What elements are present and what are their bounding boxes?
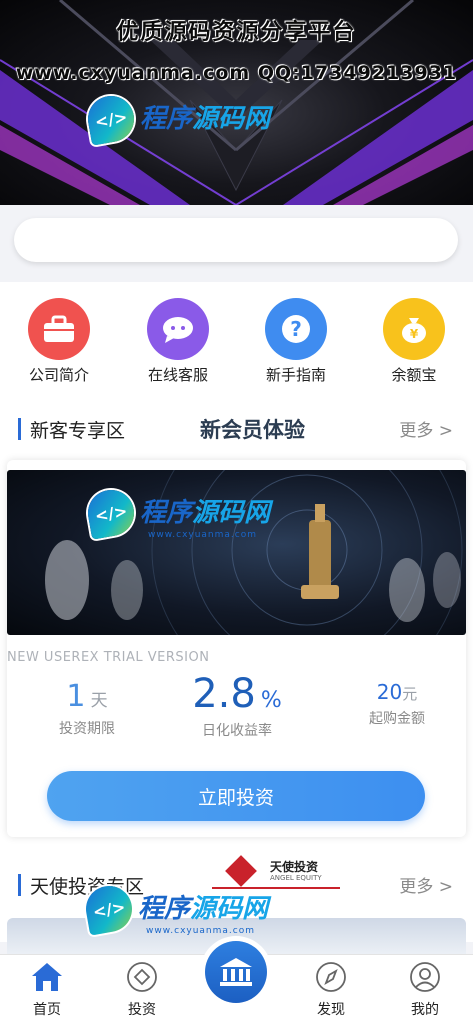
rate-value: 2.8 — [192, 671, 256, 717]
new-member-logo-text: 新会员体验 — [200, 418, 305, 442]
diamond-icon — [127, 962, 157, 992]
quick-link-label: 在线客服 — [147, 366, 208, 384]
quick-link-guide[interactable]: ? 新手指南 — [246, 298, 346, 385]
invest-now-button[interactable]: 立即投资 — [47, 771, 425, 821]
section-title: 天使投资专区 — [30, 876, 145, 898]
nav-home[interactable]: 首页 — [12, 961, 82, 1019]
nav-label: 首页 — [33, 1002, 61, 1018]
min-value: 20 — [376, 680, 403, 704]
product-card[interactable]: NEW USEREX TRIAL VERSION 1 天 投资期限 2.8 % … — [7, 460, 466, 837]
stat-minimum: 20元 起购金额 — [357, 682, 437, 728]
money-bag-icon: ¥ — [383, 298, 445, 360]
chat-icon — [147, 298, 209, 360]
bank-icon — [220, 958, 252, 986]
product-image — [7, 470, 466, 635]
term-label: 投资期限 — [59, 721, 115, 737]
more-link[interactable]: 更多 > — [399, 416, 453, 441]
angel-logo-en: ANGEL EQUITY — [270, 874, 322, 882]
min-unit: 元 — [402, 685, 418, 703]
quick-links: 公司简介 在线客服 ? 新手指南 ¥ 余额宝 — [0, 298, 473, 388]
quick-link-label: 公司简介 — [28, 366, 89, 384]
section-marker — [18, 874, 21, 896]
rate-label: 日化收益率 — [202, 723, 272, 739]
angel-logo-cn: 天使投资 — [270, 860, 319, 874]
section-header-new: 新客专享区 新会员体验 更多 > — [0, 410, 473, 450]
nav-invest[interactable]: 投资 — [107, 961, 177, 1019]
quick-link-balance[interactable]: ¥ 余额宝 — [364, 298, 464, 385]
quick-link-support[interactable]: 在线客服 — [128, 298, 228, 385]
quick-link-company[interactable]: 公司简介 — [9, 298, 109, 385]
angel-logo-mark — [225, 855, 257, 887]
nav-label: 我的 — [411, 1002, 439, 1018]
home-icon — [32, 963, 62, 991]
rate-unit: % — [260, 688, 282, 713]
nav-label: 发现 — [317, 1002, 345, 1018]
banner-headline: 优质源码资源分享平台 — [116, 20, 357, 45]
quick-link-label: 新手指南 — [265, 366, 326, 384]
stat-rate: 2.8 % 日化收益率 — [177, 674, 297, 740]
term-unit: 天 — [90, 691, 108, 711]
user-icon — [410, 962, 440, 992]
nav-center-button[interactable] — [205, 941, 267, 1003]
quick-link-label: 余额宝 — [391, 366, 437, 384]
svg-text:?: ? — [290, 317, 302, 341]
section-marker — [18, 418, 21, 440]
stat-term: 1 天 投资期限 — [37, 682, 137, 738]
bottom-nav: 首页 投资 发现 我的 — [0, 941, 473, 1025]
search-bar[interactable] — [14, 218, 458, 262]
more-link[interactable]: 更多 > — [399, 872, 453, 897]
svg-text:¥: ¥ — [410, 327, 419, 341]
angel-equity-logo: 天使投资 ANGEL EQUITY — [212, 854, 340, 894]
section-title: 新客专享区 — [30, 420, 126, 442]
question-icon: ? — [265, 298, 327, 360]
nav-mine[interactable]: 我的 — [390, 961, 460, 1019]
nav-discover[interactable]: 发现 — [296, 961, 366, 1019]
section-header-angel: 天使投资专区 天使投资 ANGEL EQUITY 更多 > — [0, 855, 473, 906]
product-subtitle: NEW USEREX TRIAL VERSION — [7, 650, 210, 665]
nav-label: 投资 — [128, 1002, 156, 1018]
min-label: 起购金额 — [369, 711, 425, 727]
compass-icon — [316, 962, 346, 992]
banner-contact: www.cxyuanma.com QQ:17349213931 — [15, 62, 458, 84]
briefcase-icon — [28, 298, 90, 360]
hero-banner[interactable]: 优质源码资源分享平台 www.cxyuanma.com QQ:173492139… — [0, 0, 473, 205]
term-value: 1 — [66, 679, 86, 714]
new-member-logo: 新会员体验 — [200, 414, 305, 444]
